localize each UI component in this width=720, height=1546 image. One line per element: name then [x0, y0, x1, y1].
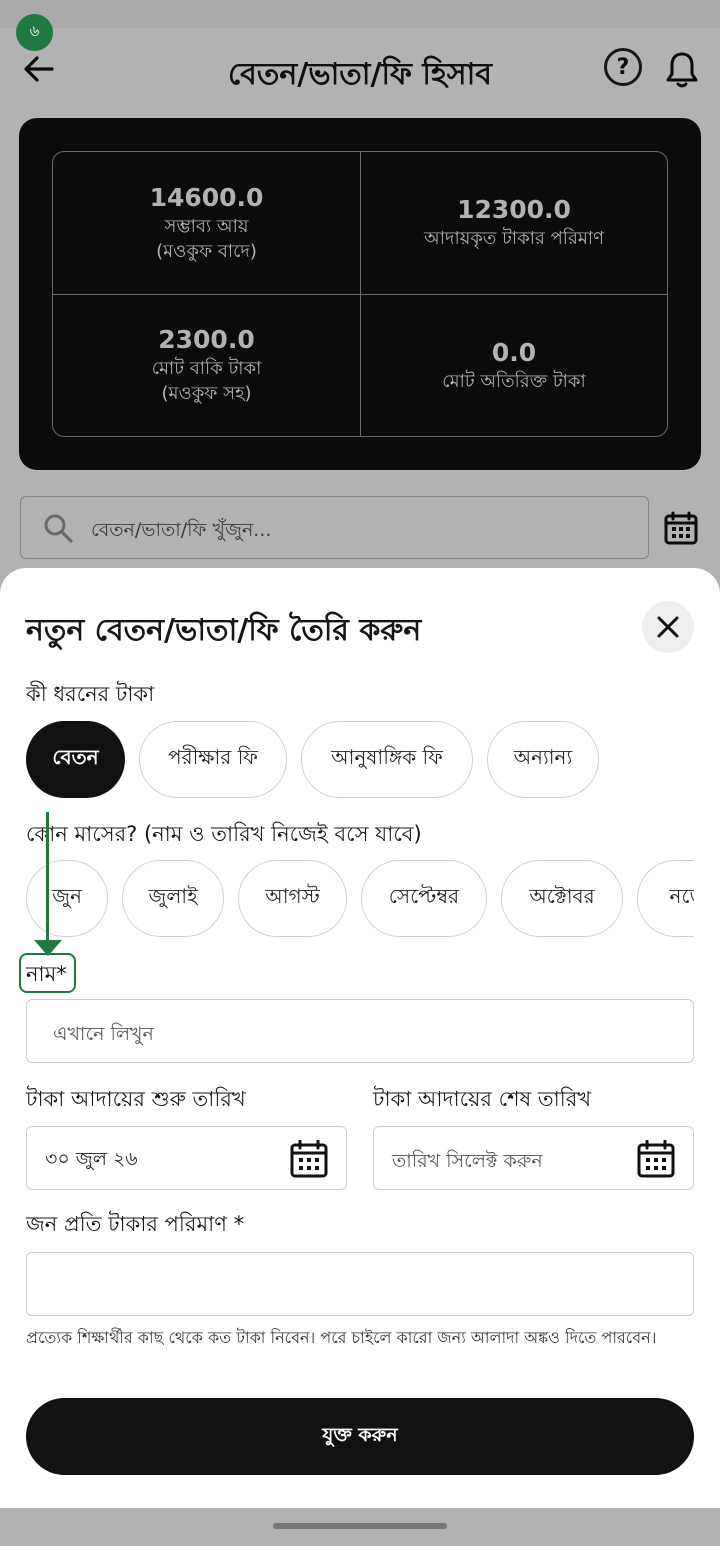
- month-chip-september[interactable]: সেপ্টেম্বর: [361, 860, 487, 937]
- calendar-icon[interactable]: [290, 1140, 328, 1178]
- name-field[interactable]: এখানে লিখুন: [26, 999, 694, 1063]
- type-chip-exam-fee[interactable]: পরীক্ষার ফি: [139, 721, 287, 798]
- type-chip-misc-fee[interactable]: আনুষাঙ্গিক ফি: [301, 721, 473, 798]
- month-chip-june[interactable]: জুন: [26, 860, 108, 937]
- amount-field[interactable]: [26, 1252, 694, 1316]
- annotation-arrow-line: [46, 812, 49, 944]
- start-date-label: টাকা আদায়ের শুরু তারিখ: [26, 1087, 246, 1111]
- month-chip-august[interactable]: আগস্ট: [238, 860, 347, 937]
- month-chip-october[interactable]: অক্টোবর: [501, 860, 623, 937]
- type-chip-group: বেতন পরীক্ষার ফি আনুষাঙ্গিক ফি অন্যান্য: [26, 721, 694, 798]
- amount-helper-text: প্রত্যেক শিক্ষার্থীর কাছ থেকে কত টাকা নি…: [26, 1328, 657, 1347]
- end-date-label: টাকা আদায়ের শেষ তারিখ: [373, 1087, 592, 1111]
- add-button[interactable]: যুক্ত করুন: [26, 1398, 694, 1475]
- type-label: কী ধরনের টাকা: [26, 682, 155, 706]
- end-date-field[interactable]: তারিখ সিলেক্ট করুন: [373, 1126, 694, 1190]
- end-date-placeholder: তারিখ সিলেক্ট করুন: [392, 1150, 543, 1172]
- month-chip-november[interactable]: নভে: [637, 860, 694, 937]
- name-placeholder: এখানে লিখুন: [53, 1023, 154, 1045]
- close-button[interactable]: [642, 601, 694, 653]
- month-chip-july[interactable]: জুলাই: [122, 860, 224, 937]
- calendar-icon[interactable]: [637, 1140, 675, 1178]
- start-date-value: ৩০ জুল ২৬: [45, 1148, 138, 1170]
- month-label: কোন মাসের? (নাম ও তারিখ নিজেই বসে যাবে): [26, 822, 422, 846]
- close-icon: [657, 616, 679, 638]
- month-chip-group: জুন জুলাই আগস্ট সেপ্টেম্বর অক্টোবর নভে: [26, 860, 694, 937]
- amount-label: জন প্রতি টাকার পরিমাণ *: [26, 1212, 245, 1236]
- start-date-field[interactable]: ৩০ জুল ২৬: [26, 1126, 347, 1190]
- home-indicator[interactable]: [273, 1523, 447, 1529]
- type-chip-salary[interactable]: বেতন: [26, 721, 125, 798]
- type-chip-other[interactable]: অন্যান্য: [487, 721, 599, 798]
- notification-badge: ৬: [16, 14, 53, 51]
- sheet-title: নতুন বেতন/ভাতা/ফি তৈরি করুন: [26, 613, 422, 648]
- annotation-highlight-box: [19, 953, 76, 993]
